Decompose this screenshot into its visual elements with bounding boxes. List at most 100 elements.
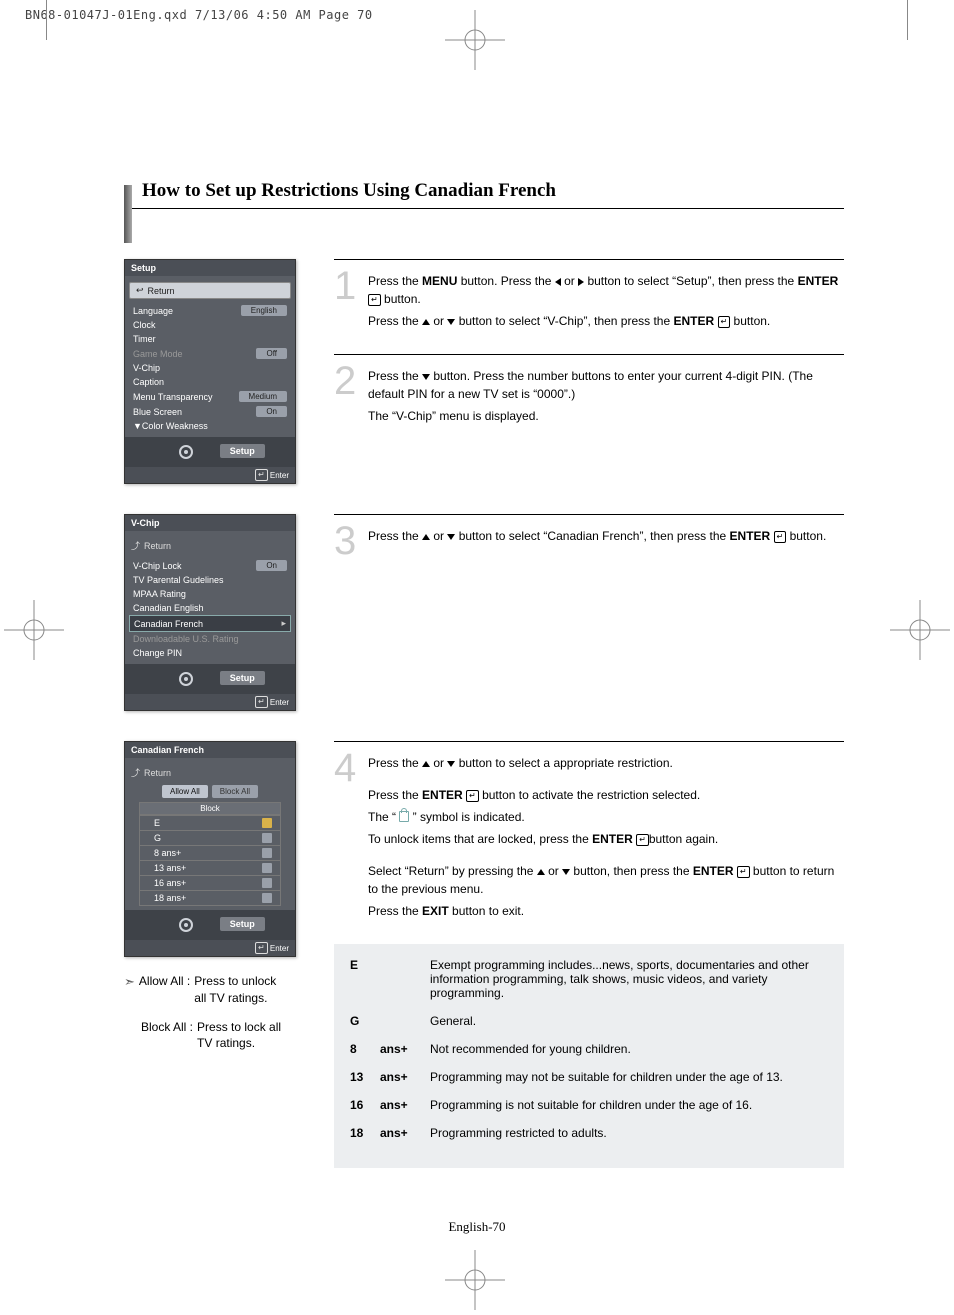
gear-icon (177, 916, 195, 934)
osd-row: Blue ScreenOn (129, 404, 291, 419)
registration-mark-icon (890, 600, 950, 660)
block-all-pill: Block All (212, 785, 258, 798)
gear-icon (177, 443, 195, 461)
osd-canadian-french-menu: Canadian French ⤴ Return Allow All Block… (124, 741, 296, 957)
crop-mark-left (46, 0, 47, 40)
osd-rows: LanguageEnglishClockTimerGame ModeOffV-C… (129, 303, 291, 433)
rating-row: 8 ans+ (140, 845, 280, 860)
gear-icon (177, 670, 195, 688)
osd-row: Clock (129, 318, 291, 332)
step-number: 2 (334, 365, 360, 429)
step-text: Press the or button to select “Canadian … (368, 525, 826, 557)
lock-icon (262, 878, 272, 888)
rating-row: 16 ans+ (140, 875, 280, 890)
osd-row: Caption (129, 375, 291, 389)
lock-icon (399, 811, 409, 822)
return-icon: ⤴ (131, 539, 140, 552)
ratings-definitions-table: EExempt programming includes...news, spo… (334, 944, 844, 1168)
osd-return-row: ⤴ Return (129, 537, 291, 554)
return-icon: ⤴ (131, 766, 140, 779)
enter-icon: ↵ (737, 866, 750, 878)
osd-footer: Setup (125, 910, 295, 940)
allow-block-notes: ➣ Allow All :Press to unlock all TV rati… (124, 973, 304, 1052)
return-label: Return (144, 768, 171, 778)
osd-footer-label: Setup (220, 671, 265, 685)
osd-row: ▼Color Weakness (129, 419, 291, 433)
rating-definition-row: EExempt programming includes...news, spo… (350, 958, 828, 1000)
step-number: 1 (334, 270, 360, 334)
step-text: Press the MENU button. Press the or butt… (368, 270, 844, 334)
rating-row: 18 ans+ (140, 890, 280, 905)
rating-row: 13 ans+ (140, 860, 280, 875)
osd-vchip-menu: V-Chip ⤴ Return V-Chip LockOnTV Parental… (124, 514, 296, 711)
osd-row: MPAA Rating (129, 587, 291, 601)
osd-row: LanguageEnglish (129, 303, 291, 318)
step-text: Press the or button to select a appropri… (368, 752, 844, 924)
rating-definition-row: 13ans+Programming may not be suitable fo… (350, 1070, 828, 1084)
step-3: 3 Press the or button to select “Canadia… (334, 514, 844, 557)
enter-icon: ↵ (774, 531, 787, 543)
osd-footer: Setup (125, 664, 295, 694)
enter-icon: ↵ (466, 790, 479, 802)
enter-icon: ↵ (718, 316, 731, 328)
up-arrow-icon (422, 534, 430, 540)
osd-footer: Setup (125, 437, 295, 467)
rating-definition-row: 8ans+Not recommended for young children. (350, 1042, 828, 1056)
block-header: Block (140, 803, 280, 815)
step-1: 1 Press the MENU button. Press the or bu… (334, 259, 844, 334)
osd-setup-menu: Setup ↩ Return LanguageEnglishClockTimer… (124, 259, 296, 484)
rating-row: E (140, 815, 280, 830)
lock-icon (262, 848, 272, 858)
osd-enter-hint: ↵ Enter (125, 694, 295, 710)
down-arrow-icon (422, 374, 430, 380)
registration-mark-icon (445, 1250, 505, 1310)
lock-icon (262, 833, 272, 843)
rating-row: G (140, 830, 280, 845)
allow-block-row: Allow All Block All (129, 785, 291, 798)
osd-row: TV Parental Gudelines (129, 573, 291, 587)
osd-title: V-Chip (125, 515, 295, 531)
allow-all-pill: Allow All (162, 785, 208, 798)
up-arrow-icon (537, 869, 545, 875)
osd-row: Downloadable U.S. Rating (129, 632, 291, 646)
print-header: BN68-01047J-01Eng.qxd 7/13/06 4:50 AM Pa… (25, 8, 373, 22)
step-number: 4 (334, 752, 360, 924)
crop-mark-right (907, 0, 908, 40)
return-label: Return (144, 541, 171, 551)
osd-title: Canadian French (125, 742, 295, 758)
osd-row: Canadian English (129, 601, 291, 615)
osd-row: Change PIN (129, 646, 291, 660)
registration-mark-icon (4, 600, 64, 660)
lock-icon (262, 863, 272, 873)
return-label: Return (148, 286, 175, 296)
pointer-icon: ➣ (124, 973, 135, 1007)
down-arrow-icon (562, 869, 570, 875)
step-number: 3 (334, 525, 360, 557)
registration-mark-icon (445, 10, 505, 70)
page-number: English-70 (0, 1219, 954, 1235)
osd-row: Timer (129, 332, 291, 346)
step-text: Press the button. Press the number butto… (368, 365, 844, 429)
osd-row: V-Chip LockOn (129, 558, 291, 573)
section-accent-bar (124, 185, 132, 243)
lock-icon (262, 893, 272, 903)
return-icon: ↩ (136, 285, 144, 296)
osd-row: Game ModeOff (129, 346, 291, 361)
osd-footer-label: Setup (220, 917, 265, 931)
osd-rows: V-Chip LockOnTV Parental GudelinesMPAA R… (129, 558, 291, 660)
osd-row: V-Chip (129, 361, 291, 375)
enter-icon: ↵ (368, 294, 381, 306)
rating-definition-row: 16ans+Programming is not suitable for ch… (350, 1098, 828, 1112)
section-title: How to Set up Restrictions Using Canadia… (142, 180, 556, 202)
rating-definition-row: 18ans+Programming restricted to adults. (350, 1126, 828, 1140)
up-arrow-icon (422, 761, 430, 767)
ratings-list: Block EG8 ans+13 ans+16 ans+18 ans+ (139, 802, 281, 906)
up-arrow-icon (422, 319, 430, 325)
osd-return-row: ⤴ Return (129, 764, 291, 781)
enter-icon: ↵ (636, 834, 649, 846)
osd-enter-hint: ↵ Enter (125, 940, 295, 956)
osd-enter-hint: ↵ Enter (125, 467, 295, 483)
rating-definition-row: GGeneral. (350, 1014, 828, 1028)
osd-return-row: ↩ Return (129, 282, 291, 299)
lock-icon (262, 818, 272, 828)
